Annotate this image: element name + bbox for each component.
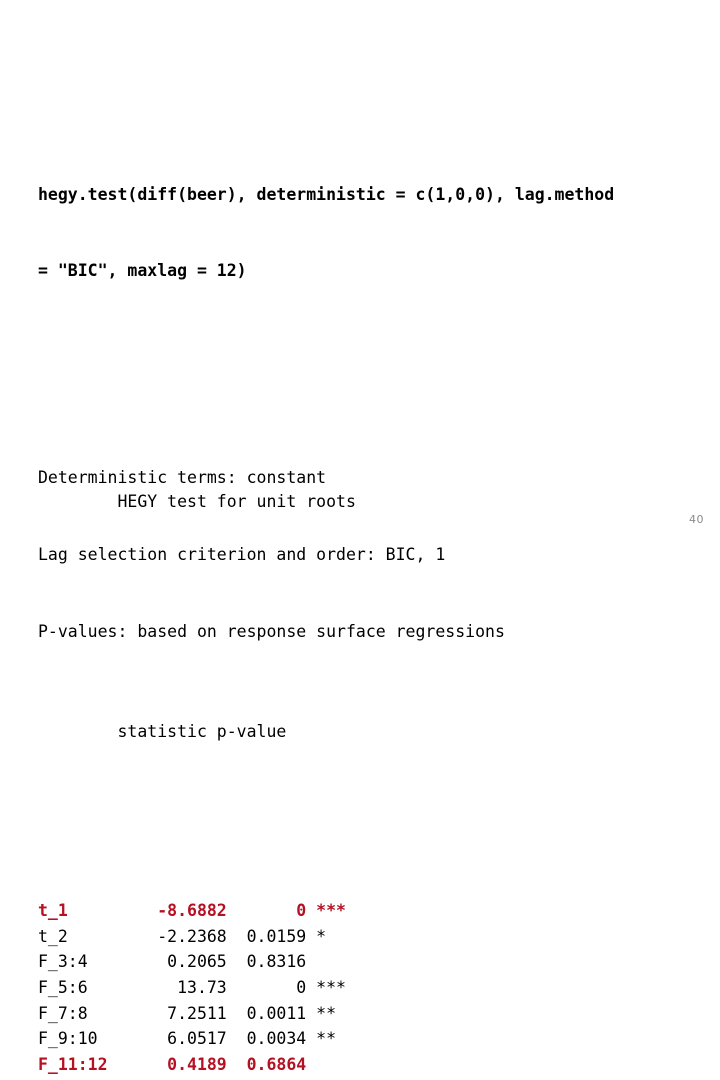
results-table: t_1 -8.6882 0 *** t_2 -2.2368 0.0159 * F_3…: [38, 898, 702, 1080]
command-echo: hegy.test(diff(beer), deterministic = c(…: [38, 130, 702, 335]
table-header-line: statistic p-value: [38, 668, 702, 796]
table-row: F_9:10 6.0517 0.0034 **: [38, 1029, 337, 1049]
note-deterministic-terms: Deterministic terms: constant: [38, 468, 327, 488]
command-line: = "BIC", maxlag = 12): [38, 261, 247, 281]
table-row: F_11:12 0.4189 0.6864: [38, 1054, 307, 1074]
note-lag-selection: Lag selection criterion and order: BIC, …: [38, 544, 446, 564]
table-column-headers: statistic p-value: [38, 722, 287, 742]
table-row: t_2 -2.2368 0.0159 *: [38, 926, 327, 946]
page-number: 40: [689, 513, 704, 526]
command-line: hegy.test(diff(beer), deterministic = c(…: [38, 184, 615, 204]
table-row: t_1 -8.6882 0 ***: [38, 901, 346, 921]
note-pvalues: P-values: based on response surface regr…: [38, 621, 505, 641]
notes-block: Deterministic terms: constant Lag select…: [38, 414, 505, 670]
table-row: F_3:4 0.2065 0.8316: [38, 952, 307, 972]
table-row: F_7:8 7.2511 0.0011 **: [38, 1003, 337, 1023]
table-row: F_2:12 6.2823 0 ***: [38, 1077, 702, 1080]
table-row: F_5:6 13.73 0 ***: [38, 977, 346, 997]
